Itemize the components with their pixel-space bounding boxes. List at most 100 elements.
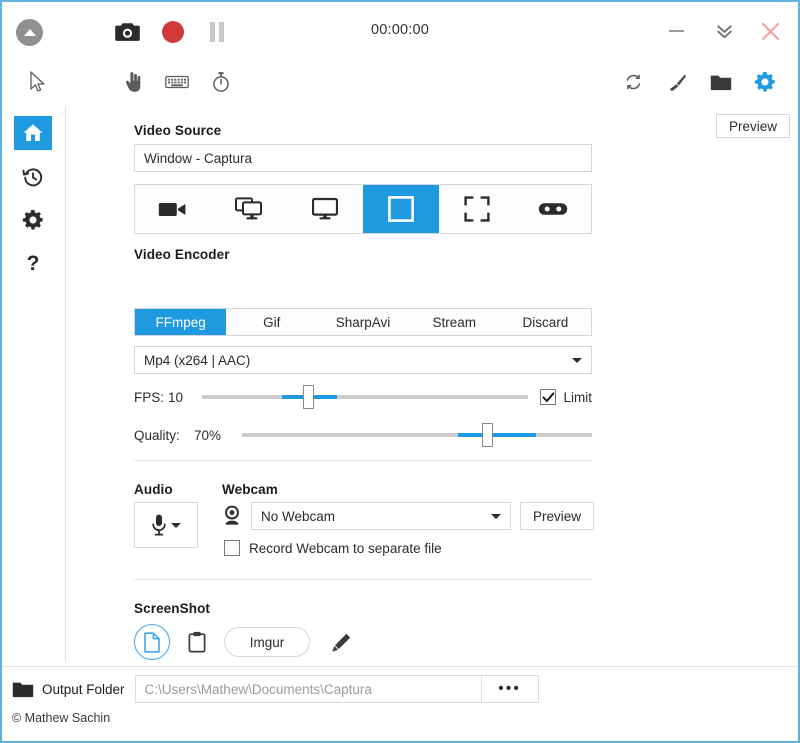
video-camera-icon bbox=[158, 199, 188, 219]
sidebar-item-about[interactable]: ? bbox=[14, 246, 52, 280]
source-mode-screen[interactable] bbox=[287, 185, 363, 233]
video-source-value[interactable]: Window - Captura bbox=[134, 144, 592, 172]
quality-slider-fill bbox=[458, 433, 536, 437]
screenshot-edit-button[interactable] bbox=[326, 626, 356, 658]
svg-text:?: ? bbox=[27, 252, 40, 275]
refresh-icon bbox=[624, 72, 643, 92]
folder-icon bbox=[12, 680, 34, 698]
microphone-icon bbox=[151, 513, 167, 537]
source-mode-region[interactable] bbox=[439, 185, 515, 233]
check-icon bbox=[542, 392, 555, 403]
webcam-heading: Webcam bbox=[222, 482, 278, 497]
screenshot-heading: ScreenShot bbox=[134, 601, 210, 616]
screenshot-button[interactable] bbox=[110, 16, 144, 48]
source-mode-window[interactable] bbox=[363, 185, 439, 233]
keyboard-icon bbox=[165, 74, 189, 90]
clipboard-icon bbox=[188, 631, 206, 653]
minimize-icon bbox=[669, 30, 684, 32]
app-menu-button[interactable] bbox=[16, 19, 43, 46]
output-folder-row: Output Folder C:\Users\Mathew\Documents\… bbox=[10, 675, 539, 703]
settings-button[interactable] bbox=[748, 65, 782, 99]
fps-slider[interactable] bbox=[202, 395, 529, 399]
open-folder-button[interactable] bbox=[704, 65, 738, 99]
settings-panel: Preview Video Source Window - Captura bbox=[67, 106, 798, 662]
quality-slider-thumb[interactable] bbox=[482, 423, 493, 447]
gamepad-icon bbox=[538, 200, 568, 218]
source-mode-no-video[interactable] bbox=[135, 185, 211, 233]
divider-audio bbox=[134, 460, 592, 461]
cursor-icon bbox=[29, 71, 46, 93]
quality-label: Quality: bbox=[134, 428, 194, 443]
main-body: ? Preview Video Source Window - Captura bbox=[2, 106, 798, 662]
fps-limit-checkbox[interactable] bbox=[540, 389, 556, 405]
fps-value: 10 bbox=[168, 390, 202, 405]
fps-label: FPS: bbox=[134, 390, 168, 405]
chevron-down-icon bbox=[572, 358, 582, 363]
pause-button[interactable] bbox=[200, 16, 234, 48]
screenshot-actions: Imgur bbox=[134, 624, 356, 660]
draw-button[interactable] bbox=[660, 65, 694, 99]
gear-icon bbox=[22, 209, 44, 231]
webcam-separate-file-checkbox[interactable] bbox=[224, 540, 240, 556]
webcam-icon bbox=[222, 505, 242, 527]
codec-dropdown[interactable]: Mp4 (x264 | AAC) bbox=[134, 346, 592, 374]
collapse-button[interactable] bbox=[706, 14, 742, 48]
elapsed-timer-toggle[interactable] bbox=[204, 65, 238, 99]
output-path-field[interactable]: C:\Users\Mathew\Documents\Captura bbox=[136, 675, 481, 703]
multi-screen-icon bbox=[235, 197, 263, 221]
chevron-down-icon bbox=[171, 523, 181, 528]
mouse-clicks-toggle[interactable] bbox=[116, 65, 150, 99]
fps-limit-group[interactable]: Limit bbox=[540, 389, 592, 405]
copyright-text: © Mathew Sachin bbox=[12, 711, 110, 725]
title-bar: 00:00:00 bbox=[2, 2, 798, 60]
divider-screenshot bbox=[134, 579, 592, 580]
source-mode-game[interactable] bbox=[515, 185, 591, 233]
video-source-modes bbox=[134, 184, 592, 234]
audio-source-button[interactable] bbox=[134, 502, 198, 548]
history-icon bbox=[22, 166, 44, 188]
chevron-down-icon bbox=[491, 514, 501, 519]
output-folder-label-group[interactable]: Output Folder bbox=[10, 675, 136, 703]
screenshot-save-to-disk-button[interactable] bbox=[134, 624, 170, 660]
sidebar-item-home[interactable] bbox=[14, 116, 52, 150]
webcam-row: No Webcam Preview bbox=[222, 502, 594, 530]
webcam-separate-file-group[interactable]: Record Webcam to separate file bbox=[224, 540, 442, 556]
sidebar-item-configure[interactable] bbox=[14, 203, 52, 237]
screenshot-imgur-button[interactable]: Imgur bbox=[224, 627, 310, 657]
refresh-button[interactable] bbox=[616, 65, 650, 99]
encoder-tab-ffmpeg[interactable]: FFmpeg bbox=[135, 309, 226, 335]
quality-slider[interactable] bbox=[242, 433, 592, 437]
keystrokes-toggle[interactable] bbox=[160, 65, 194, 99]
output-browse-button[interactable]: ••• bbox=[481, 675, 539, 703]
close-icon bbox=[760, 21, 781, 42]
help-icon: ? bbox=[22, 251, 44, 275]
record-icon bbox=[162, 21, 184, 43]
record-button[interactable] bbox=[156, 16, 190, 48]
video-encoder-heading: Video Encoder bbox=[134, 247, 230, 262]
up-arrow-icon bbox=[24, 29, 36, 36]
sidebar-item-recent[interactable] bbox=[14, 160, 52, 194]
preview-button-top[interactable]: Preview bbox=[716, 114, 790, 138]
gear-icon bbox=[754, 71, 776, 93]
pencil-icon bbox=[331, 632, 352, 653]
audio-heading: Audio bbox=[134, 482, 173, 497]
minimize-button[interactable] bbox=[658, 14, 694, 48]
encoder-tab-discard[interactable]: Discard bbox=[500, 309, 591, 335]
file-icon bbox=[143, 632, 161, 653]
camera-icon bbox=[115, 22, 140, 42]
mouse-click-icon bbox=[123, 71, 143, 93]
source-mode-desktop-duplication[interactable] bbox=[211, 185, 287, 233]
fps-slider-thumb[interactable] bbox=[303, 385, 314, 409]
brush-icon bbox=[667, 72, 688, 93]
encoder-tab-sharpavi[interactable]: SharpAvi bbox=[317, 309, 408, 335]
encoder-tab-stream[interactable]: Stream bbox=[409, 309, 500, 335]
screenshot-copy-to-clipboard-button[interactable] bbox=[182, 626, 212, 658]
quality-row: Quality: 70% bbox=[134, 424, 592, 446]
double-chevron-down-icon bbox=[715, 22, 734, 41]
webcam-dropdown[interactable]: No Webcam bbox=[251, 502, 511, 530]
cursor-toggle[interactable] bbox=[20, 65, 54, 99]
output-folder-text: Output Folder bbox=[42, 682, 125, 697]
webcam-preview-button[interactable]: Preview bbox=[520, 502, 594, 530]
encoder-tab-gif[interactable]: Gif bbox=[226, 309, 317, 335]
close-button[interactable] bbox=[752, 14, 788, 48]
